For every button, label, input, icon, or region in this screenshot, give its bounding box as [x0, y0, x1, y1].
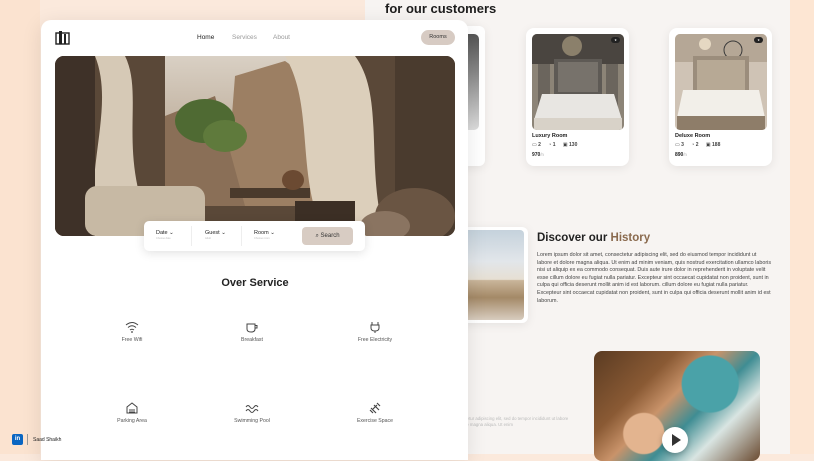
bed-icon: ▭ 3 — [675, 142, 684, 148]
guest-field[interactable]: Guest ⌄ Adult — [205, 230, 226, 240]
date-field[interactable]: Date ⌄ Choose date — [156, 230, 174, 240]
rooms-button[interactable]: Rooms — [421, 30, 455, 45]
credit-divider — [27, 434, 28, 445]
service-parking-area: Parking Area — [92, 402, 172, 424]
search-button[interactable]: ⌕ Search — [302, 227, 353, 245]
room-image: ★ — [532, 34, 624, 130]
service-breakfast: Breakfast — [212, 321, 292, 343]
background-left — [0, 0, 40, 454]
room-price: 970/n — [532, 152, 544, 158]
history-text: Lorem ipsum dolor sit amet, consectetur … — [537, 252, 772, 304]
room-card-luxury[interactable]: ★ Luxury Room ▭ 2 ◔ 1 ▣ 130 970/n — [526, 28, 629, 166]
hero-image — [55, 56, 455, 236]
bath-icon: ◔ 2 — [691, 142, 699, 148]
plug-icon — [370, 322, 380, 333]
room-meta: ▭ 2 ◔ 1 ▣ 130 — [532, 142, 583, 148]
room-name: Luxury Room — [532, 133, 568, 139]
service-free-electricity: Free Electricity — [335, 321, 415, 343]
author-name: Saad Shaikh — [33, 437, 62, 443]
section-title-customers: for our customers — [385, 1, 497, 16]
bath-icon: ◔ 1 — [548, 142, 556, 148]
cup-icon — [246, 323, 258, 333]
room-price: 890/n — [675, 152, 687, 158]
history-image-card — [460, 227, 528, 323]
room-name: Deluxe Room — [675, 133, 711, 139]
parking-icon — [126, 402, 138, 414]
search-icon: ⌕ — [315, 233, 319, 239]
play-icon[interactable] — [662, 427, 688, 453]
search-bar: Date ⌄ Choose date Guest ⌄ Adult Room ⌄ Cho… — [144, 221, 365, 251]
logo-icon — [55, 31, 70, 45]
background-right — [790, 0, 814, 454]
service-free-wifi: Free Wifi — [92, 321, 172, 343]
wifi-icon — [125, 322, 139, 333]
room-meta: ▭ 3 ◔ 2 ▣ 188 — [675, 142, 726, 148]
service-exercise-space: Exercise Space — [335, 402, 415, 424]
area-icon: ▣ 130 — [562, 142, 578, 148]
linkedin-icon[interactable]: in — [12, 434, 23, 445]
nav-services[interactable]: Services — [232, 34, 257, 41]
wave-icon — [245, 405, 259, 413]
services-title: Over Service — [221, 277, 289, 289]
bed-icon: ▭ 2 — [532, 142, 541, 148]
history-title: Discover our History — [537, 232, 651, 244]
nav-home[interactable]: Home — [197, 34, 214, 41]
nav-about[interactable]: About — [273, 34, 290, 41]
faint-text: consectetur adipiscing elit, sed do temp… — [452, 416, 569, 427]
dumbbell-icon — [369, 402, 381, 414]
room-image: ★ — [675, 34, 767, 130]
service-swimming-pool: Swimming Pool — [212, 402, 292, 424]
room-field[interactable]: Room ⌄ Choose room — [254, 230, 275, 240]
room-card-deluxe[interactable]: ★ Deluxe Room ▭ 3 ◔ 2 ▣ 188 890/n — [669, 28, 772, 166]
area-icon: ▣ 188 — [705, 142, 721, 148]
